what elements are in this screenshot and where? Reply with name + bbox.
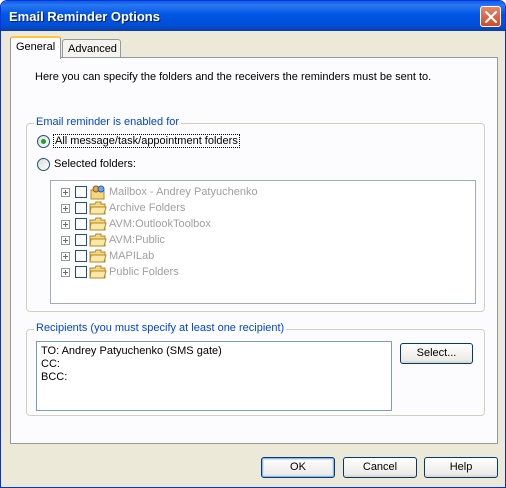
email-reminder-options-dialog: Email Reminder Options General Advanced … [0,0,506,488]
recipients-list[interactable]: TO: Andrey Patyuchenko (SMS gate) CC: BC… [36,341,392,411]
tree-item-public-folders[interactable]: Public Folders [61,264,361,280]
folder-label: Public Folders [109,266,179,278]
tab-advanced[interactable]: Advanced [62,39,121,58]
expand-icon[interactable] [61,252,70,261]
radio-button-all-folders[interactable] [37,135,50,148]
folder-checkbox[interactable] [75,266,87,278]
folder-checkbox[interactable] [75,250,87,262]
expand-icon[interactable] [61,236,70,245]
group-label-enabled-for: Email reminder is enabled for [34,116,182,128]
intro-text: Here you can specify the folders and the… [35,71,432,83]
folder-checkbox[interactable] [75,186,87,198]
recipients-group: Recipients (you must specify at least on… [26,322,485,416]
general-tab-panel: Here you can specify the folders and the… [10,57,498,444]
radio-selected-dot [41,139,46,144]
expand-icon[interactable] [61,268,70,277]
radio-selected-folders[interactable]: Selected folders: [37,157,177,173]
mailbox-icon [90,185,105,200]
group-label-recipients: Recipients (you must specify at least on… [34,322,287,334]
folder-label: Mailbox - Andrey Patyuchenko [109,186,258,198]
radio-label-selected-folders: Selected folders: [54,158,136,170]
tree-item-avm-outlooktoolbox[interactable]: AVM:OutlookToolbox [61,216,361,232]
close-icon [485,11,497,23]
ok-button[interactable]: OK [261,457,335,478]
folder-checkbox[interactable] [75,202,87,214]
folder-icon [89,233,107,247]
radio-label-all-folders: All message/task/appointment folders [53,134,240,148]
folder-checkbox[interactable] [75,234,87,246]
folder-checkbox[interactable] [75,218,87,230]
expand-icon[interactable] [61,188,70,197]
cancel-button[interactable]: Cancel [343,457,417,478]
folder-icon [89,249,107,263]
window-title: Email Reminder Options [9,9,160,24]
folder-label: Archive Folders [109,202,186,214]
folder-icon [89,265,107,279]
folder-label: AVM:OutlookToolbox [109,218,211,230]
select-recipients-button[interactable]: Select... [400,343,473,364]
recipient-bcc: BCC: [41,371,68,383]
expand-icon[interactable] [61,220,70,229]
radio-all-folders[interactable]: All message/task/appointment folders [37,134,297,150]
title-bar[interactable]: Email Reminder Options [1,1,505,31]
folder-label: MAPILab [109,250,155,262]
tab-general[interactable]: General [10,36,61,59]
folder-icon [89,201,107,215]
folder-tree[interactable]: Mailbox - Andrey Patyuchenko Archive Fol… [50,180,476,304]
close-button[interactable] [480,6,501,27]
tree-item-avm-public[interactable]: AVM:Public [61,232,361,248]
expand-icon[interactable] [61,204,70,213]
tree-item-mapilab[interactable]: MAPILab [61,248,361,264]
recipient-cc: CC: [41,358,60,370]
folder-label: AVM:Public [109,234,166,246]
help-button[interactable]: Help [424,457,498,478]
recipient-to: TO: Andrey Patyuchenko (SMS gate) [41,345,222,357]
email-reminder-enabled-group: Email reminder is enabled for All messag… [26,116,485,312]
tree-item-archive-folders[interactable]: Archive Folders [61,200,361,216]
tree-item-mailbox[interactable]: Mailbox - Andrey Patyuchenko [61,184,361,200]
folder-icon [89,217,107,231]
radio-button-selected-folders[interactable] [37,158,50,171]
